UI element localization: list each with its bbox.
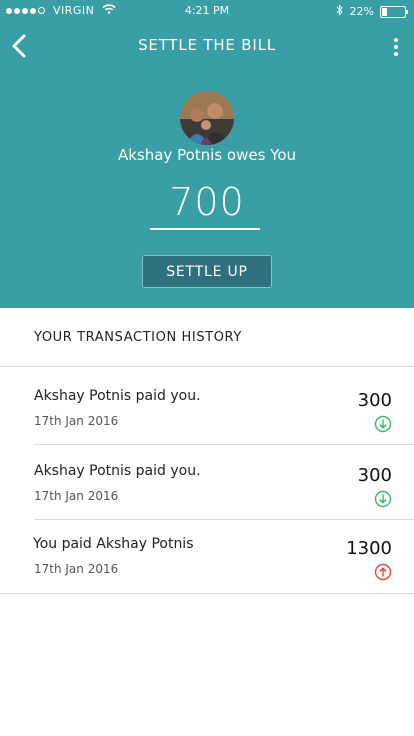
battery-percent: 22% — [349, 5, 374, 18]
more-options-icon[interactable] — [392, 38, 400, 58]
transaction-date: 17th Jan 2016 — [34, 489, 119, 503]
transaction-date: 17th Jan 2016 — [34, 562, 119, 576]
transaction-row[interactable]: Akshay Potnis paid you. 17th Jan 2016 30… — [0, 445, 414, 519]
owes-text: Akshay Potnis owes You — [117, 146, 297, 164]
settle-up-button[interactable]: SETTLE UP — [142, 255, 272, 288]
history-heading: YOUR TRANSACTION HISTORY — [34, 330, 242, 345]
header: VIRGIN 4:21 PM 22% SETTLE THE BILL Aksha… — [0, 0, 414, 308]
divider — [0, 593, 414, 594]
arrow-up-circle-icon — [374, 563, 392, 581]
avatar — [180, 91, 234, 145]
transaction-amount: 300 — [357, 465, 392, 486]
status-bar: VIRGIN 4:21 PM 22% — [0, 0, 414, 22]
transaction-row[interactable]: You paid Akshay Potnis 17th Jan 2016 130… — [0, 518, 414, 592]
arrow-down-circle-icon — [374, 490, 392, 508]
transaction-text: Akshay Potnis paid you. — [34, 388, 201, 404]
transaction-amount: 300 — [357, 390, 392, 411]
transaction-text: You paid Akshay Potnis — [33, 536, 194, 552]
amount-underline — [150, 228, 260, 230]
transaction-text: Akshay Potnis paid you. — [34, 463, 201, 479]
transaction-date: 17th Jan 2016 — [34, 414, 119, 428]
owed-amount: 700 — [169, 180, 245, 224]
divider — [0, 366, 414, 367]
transaction-row[interactable]: Akshay Potnis paid you. 17th Jan 2016 30… — [0, 370, 414, 444]
page-title: SETTLE THE BILL — [138, 36, 276, 54]
bluetooth-icon — [336, 4, 344, 19]
battery-icon — [380, 5, 408, 18]
transaction-amount: 1300 — [346, 538, 392, 559]
arrow-down-circle-icon — [374, 415, 392, 433]
